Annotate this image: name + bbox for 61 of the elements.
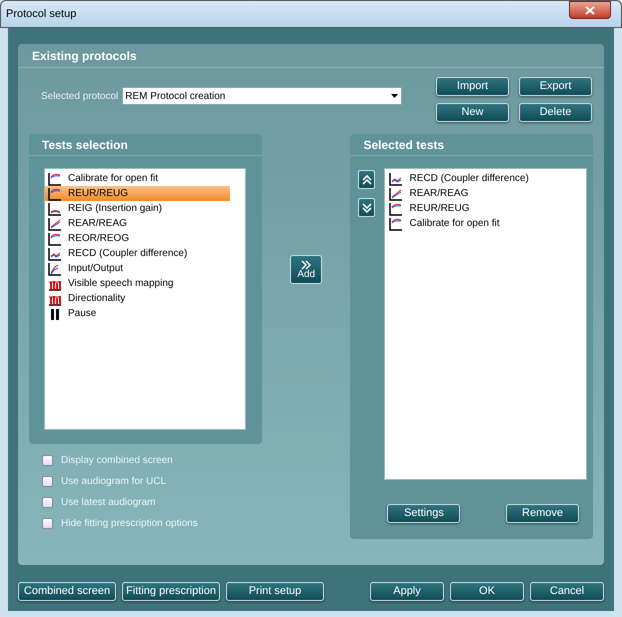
test-list-item[interactable]: Directionality: [45, 291, 230, 306]
test-list-item[interactable]: Calibrate for open fit: [45, 171, 230, 186]
graph-icon: [389, 202, 404, 216]
move-down-button[interactable]: [358, 198, 376, 217]
section-title: Selected tests: [363, 136, 444, 154]
test-list-item[interactable]: Visible speech mapping: [45, 276, 230, 291]
test-list-item[interactable]: REAR/REAG: [385, 186, 586, 201]
action-button[interactable]: Remove: [506, 504, 579, 523]
test-list-item[interactable]: REIG (Insertion gain): [45, 201, 230, 216]
graph-icon: [48, 232, 62, 246]
section-title: Existing protocols: [32, 48, 137, 64]
graph-icon: [389, 216, 404, 230]
test-list-item[interactable]: Pause: [45, 306, 230, 321]
double-chevron-up-icon: [362, 174, 372, 186]
action-button[interactable]: Settings: [387, 504, 460, 523]
action-button[interactable]: Delete: [519, 103, 592, 122]
graph-icon: [48, 172, 62, 186]
action-button[interactable]: OK: [450, 582, 524, 601]
action-button[interactable]: Export: [519, 77, 592, 96]
test-list-item[interactable]: REUR/REUG: [385, 201, 586, 216]
checkbox-label: Hide fitting prescription options: [61, 517, 198, 531]
dropdown-caret-icon: [391, 94, 398, 98]
checkbox[interactable]: [42, 476, 53, 487]
field-label: Selected protocol: [41, 90, 118, 104]
action-button[interactable]: Cancel: [530, 582, 604, 601]
checkbox-label: Use audiogram for UCL: [61, 475, 166, 489]
graph-icon: [389, 186, 404, 200]
graph-icon: [48, 246, 62, 260]
test-list-item[interactable]: Input/Output: [45, 261, 230, 276]
checkbox[interactable]: [42, 518, 53, 529]
section-title: Tests selection: [42, 136, 128, 154]
action-button[interactable]: Fitting prescription: [122, 582, 220, 601]
action-button[interactable]: Import: [436, 77, 509, 96]
checkbox-label: Display combined screen: [61, 454, 173, 468]
action-button[interactable]: Combined screen: [18, 582, 116, 601]
window-title: Protocol setup: [6, 6, 76, 22]
checkbox[interactable]: [42, 497, 53, 508]
move-up-button[interactable]: [358, 170, 376, 189]
action-button[interactable]: Print setup: [226, 582, 324, 601]
test-list-item[interactable]: REUR/REUG: [45, 186, 230, 201]
double-chevron-down-icon: [362, 202, 372, 214]
graph-icon: [48, 216, 62, 230]
test-list-item[interactable]: RECD (Coupler difference): [45, 246, 230, 261]
action-button[interactable]: New: [436, 103, 509, 122]
add-button[interactable]: Add: [290, 255, 322, 284]
graph-icon: [48, 262, 62, 276]
graph-icon: [48, 186, 62, 200]
close-button[interactable]: [569, 1, 611, 19]
test-list-item[interactable]: RECD (Coupler difference): [385, 171, 586, 186]
pause-icon: [48, 306, 62, 320]
double-chevron-icon: [301, 260, 312, 270]
graph-icon: [48, 202, 62, 216]
checkbox-label: Use latest audiogram: [61, 496, 156, 510]
action-button[interactable]: Apply: [370, 582, 444, 601]
protocol-dropdown[interactable]: REM Protocol creation: [122, 87, 402, 105]
test-list-item[interactable]: REAR/REAG: [45, 216, 230, 231]
close-icon: [585, 6, 595, 14]
test-list-item[interactable]: REOR/REOG: [45, 231, 230, 246]
checkbox[interactable]: [42, 455, 53, 466]
graph-icon: [389, 172, 404, 186]
test-list-item[interactable]: Calibrate for open fit: [385, 216, 586, 231]
